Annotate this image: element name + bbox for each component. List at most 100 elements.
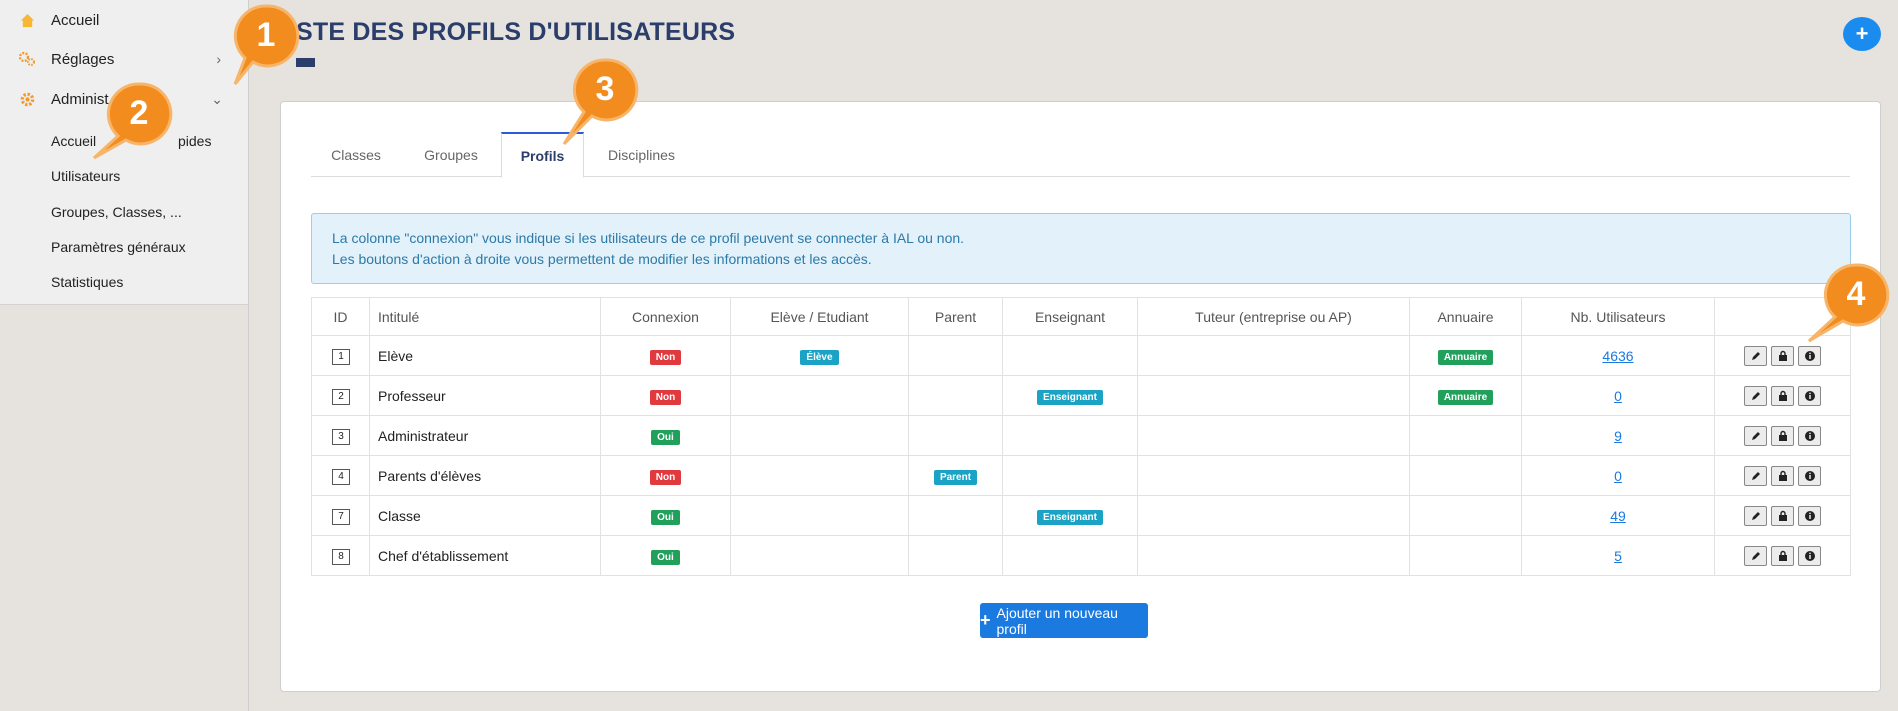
callout-number: 3: [595, 69, 615, 108]
add-button[interactable]: +: [1843, 17, 1881, 51]
callout-3: 3: [562, 56, 640, 146]
access-button[interactable]: [1771, 385, 1794, 406]
add-profile-label: Ajouter un nouveau profil: [996, 604, 1118, 637]
access-button[interactable]: [1771, 425, 1794, 446]
user-count-link[interactable]: 0: [1614, 388, 1622, 404]
cell-eleve: [730, 495, 909, 536]
info-button[interactable]: [1798, 385, 1821, 406]
cell-nb-utilisateurs: 0: [1521, 375, 1715, 416]
edit-button[interactable]: [1744, 345, 1767, 366]
callout-1: 1: [231, 2, 301, 85]
col-id: ID: [311, 297, 370, 336]
user-count-link[interactable]: 4636: [1602, 348, 1633, 364]
access-button[interactable]: [1771, 465, 1794, 486]
gear-icon: [18, 90, 36, 108]
cell-connexion: Non: [600, 335, 731, 376]
info-button[interactable]: [1798, 545, 1821, 566]
cell-id: 4: [311, 455, 370, 496]
subitem-groupes-classes[interactable]: Groupes, Classes, ...: [51, 204, 182, 220]
chevron-down-icon: ⌄: [211, 90, 223, 107]
info-icon: [1804, 550, 1816, 562]
edit-button[interactable]: [1744, 385, 1767, 406]
col-tuteur: Tuteur (entreprise ou AP): [1137, 297, 1410, 336]
lock-icon: [1777, 550, 1789, 562]
edit-button[interactable]: [1744, 545, 1767, 566]
cell-tuteur: [1137, 495, 1410, 536]
cell-intitule: Parents d'élèves: [369, 455, 601, 496]
user-count-link[interactable]: 49: [1610, 508, 1626, 524]
id-box: 4: [332, 469, 350, 485]
content-card: Classes Groupes Profils Disciplines La c…: [280, 101, 1881, 692]
sidebar-item-label: Réglages: [51, 50, 115, 68]
info-button[interactable]: [1798, 345, 1821, 366]
cell-eleve: [730, 455, 909, 496]
callout-number: 1: [256, 15, 276, 54]
plus-icon: +: [980, 610, 991, 630]
info-button[interactable]: [1798, 465, 1821, 486]
cell-id: 1: [311, 335, 370, 376]
sidebar-item-accueil[interactable]: Accueil: [0, 0, 249, 40]
cell-id: 2: [311, 375, 370, 416]
pencil-icon: [1750, 470, 1762, 482]
col-enseignant: Enseignant: [1002, 297, 1138, 336]
profiles-table: ID Intitulé Connexion Elève / Etudiant P…: [311, 297, 1851, 576]
cell-id: 3: [311, 415, 370, 456]
cell-parent: [908, 375, 1003, 416]
tab-disciplines[interactable]: Disciplines: [584, 132, 699, 178]
cell-id: 8: [311, 535, 370, 576]
user-count-link[interactable]: 5: [1614, 548, 1622, 564]
col-connexion: Connexion: [600, 297, 731, 336]
cell-annuaire: [1409, 455, 1522, 496]
edit-button[interactable]: [1744, 505, 1767, 526]
tab-profils[interactable]: Profils: [501, 132, 584, 178]
subitem-parametres-generaux[interactable]: Paramètres généraux: [51, 239, 186, 255]
cell-actions: [1714, 415, 1851, 456]
table-header-row: ID Intitulé Connexion Elève / Etudiant P…: [311, 297, 1851, 336]
id-box: 1: [332, 349, 350, 365]
access-button[interactable]: [1771, 345, 1794, 366]
info-line-2: Les boutons d'action à droite vous perme…: [332, 251, 872, 267]
cell-parent: [908, 335, 1003, 376]
cell-nb-utilisateurs: 5: [1521, 535, 1715, 576]
lock-icon: [1777, 510, 1789, 522]
sidebar-item-label: Accueil: [51, 11, 100, 29]
cell-enseignant: Enseignant: [1002, 375, 1138, 416]
cell-parent: [908, 495, 1003, 536]
subitem-statistiques[interactable]: Statistiques: [51, 274, 123, 290]
cell-parent: Parent: [908, 455, 1003, 496]
info-icon: [1804, 390, 1816, 402]
cell-connexion: Oui: [600, 415, 731, 456]
info-button[interactable]: [1798, 425, 1821, 446]
subitem-accueil-rapides[interactable]: pides: [178, 133, 211, 149]
cell-eleve: [730, 415, 909, 456]
pencil-icon: [1750, 390, 1762, 402]
user-count-link[interactable]: 9: [1614, 428, 1622, 444]
access-button[interactable]: [1771, 505, 1794, 526]
user-count-link[interactable]: 0: [1614, 468, 1622, 484]
sidebar-item-reglages[interactable]: Réglages ›: [0, 39, 249, 79]
cell-tuteur: [1137, 335, 1410, 376]
info-button[interactable]: [1798, 505, 1821, 526]
tab-classes[interactable]: Classes: [311, 132, 401, 178]
access-button[interactable]: [1771, 545, 1794, 566]
lock-icon: [1777, 470, 1789, 482]
tab-groupes[interactable]: Groupes: [401, 132, 501, 178]
cell-annuaire: Annuaire: [1409, 375, 1522, 416]
edit-button[interactable]: [1744, 465, 1767, 486]
cell-eleve: Élève: [730, 335, 909, 376]
cell-actions: [1714, 335, 1851, 376]
subitem-accueil[interactable]: Accueil: [51, 133, 96, 149]
add-profile-button[interactable]: + Ajouter un nouveau profil: [980, 603, 1148, 638]
subitem-utilisateurs[interactable]: Utilisateurs: [51, 168, 120, 184]
lock-icon: [1777, 350, 1789, 362]
pencil-icon: [1750, 430, 1762, 442]
cell-connexion: Oui: [600, 495, 731, 536]
col-eleve: Elève / Etudiant: [730, 297, 909, 336]
annuaire-badge: Annuaire: [1437, 389, 1494, 405]
connexion-badge: Non: [649, 349, 682, 365]
cell-id: 7: [311, 495, 370, 536]
cell-tuteur: [1137, 375, 1410, 416]
edit-button[interactable]: [1744, 425, 1767, 446]
info-alert: La colonne "connexion" vous indique si l…: [311, 213, 1851, 284]
info-icon: [1804, 510, 1816, 522]
